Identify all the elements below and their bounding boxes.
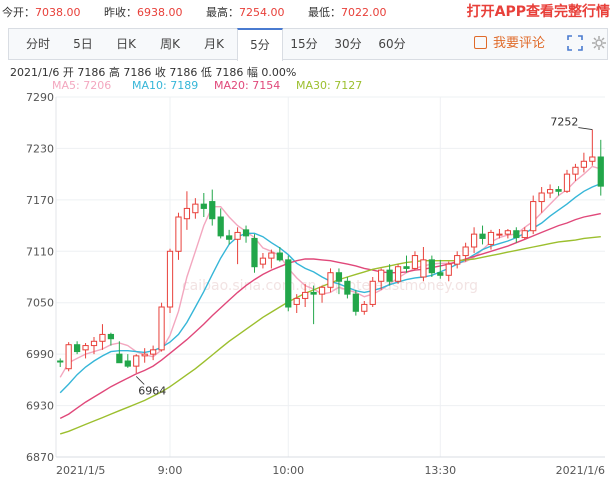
low-annotation: 6964 (138, 384, 166, 397)
candle-body (166, 250, 174, 308)
y-tick-label: 7050 (26, 297, 54, 310)
candle-body (403, 266, 410, 269)
high-marker (578, 127, 593, 130)
candle-body (530, 201, 537, 232)
candle-body (209, 201, 216, 220)
candle-body (82, 345, 89, 351)
candle-body (327, 272, 334, 288)
y-tick-label: 7170 (26, 194, 54, 207)
y-tick-label: 7290 (26, 91, 54, 104)
candle-body (513, 230, 520, 239)
candle-body (504, 230, 511, 235)
candle-body (445, 263, 452, 276)
candle-body (217, 216, 224, 237)
candle-body (428, 259, 435, 274)
candle-body (234, 231, 241, 240)
candle-body (158, 306, 165, 351)
candle-body (572, 166, 579, 175)
candle-body (73, 344, 81, 353)
candle-body (133, 355, 140, 367)
candle-body (369, 280, 376, 305)
candle-body (437, 272, 444, 276)
candle-body (335, 272, 343, 282)
y-tick-label: 6990 (26, 348, 54, 361)
low-marker (135, 376, 145, 385)
candle-body (555, 189, 562, 192)
candle-body (454, 255, 461, 265)
x-tick-label: 10:00 (272, 464, 304, 477)
candle-body (386, 269, 393, 282)
x-tick-label: 2021/1/6 (556, 464, 605, 477)
candle-body (268, 252, 275, 259)
candle-body (302, 291, 309, 299)
candle-body (420, 259, 427, 278)
candle-body (242, 229, 250, 237)
candle-body (378, 269, 385, 282)
candle-body (318, 286, 326, 295)
candle-body (285, 259, 292, 308)
candle-body (90, 340, 98, 347)
x-tick-label: 2021/1/5 (56, 464, 105, 477)
candle-body (124, 360, 131, 367)
candle-body (141, 353, 148, 357)
candle-body (462, 246, 469, 257)
candle-body (394, 266, 402, 282)
candle-body (293, 297, 300, 305)
candle-body (200, 203, 207, 209)
y-tick-label: 7110 (26, 245, 54, 258)
candle-body (175, 216, 182, 252)
candle-body (580, 160, 588, 168)
y-tick-label: 6930 (26, 400, 54, 413)
candle-body (521, 230, 528, 239)
candle-body (411, 255, 419, 269)
candle-body (538, 192, 545, 203)
candlestick-chart: 7290 7230 7170 7110 7050 6990 6930 68702021/1/5… (26, 91, 605, 477)
candle-body (251, 237, 258, 268)
candle-body (226, 235, 233, 240)
candle-body (589, 156, 596, 162)
ma-line-ma30 (59, 236, 601, 435)
candle-body (183, 207, 191, 220)
candle-body (344, 280, 351, 295)
x-tick-label: 13:30 (424, 464, 456, 477)
candle-body (259, 257, 267, 265)
candle-body (563, 173, 571, 192)
candle-body (310, 291, 317, 295)
y-tick-label: 6870 (26, 451, 54, 464)
candle-body (361, 303, 368, 312)
candle-body (65, 344, 72, 370)
candle-body (546, 189, 554, 194)
candle-body (479, 233, 486, 239)
candle-body (107, 333, 115, 340)
candle-body (150, 349, 157, 355)
candle-body (470, 233, 478, 248)
candle-body (57, 360, 64, 363)
y-tick-label: 7230 (26, 142, 54, 155)
x-tick-label: 9:00 (158, 464, 183, 477)
candle-body (192, 203, 199, 214)
candle-body (496, 233, 503, 236)
candle-body (116, 353, 123, 364)
high-annotation: 7252 (550, 116, 578, 129)
candle-body (352, 293, 359, 312)
candle-body (487, 231, 495, 245)
candle-body (276, 252, 283, 261)
candle-body (597, 156, 604, 187)
candle-body (99, 333, 106, 342)
